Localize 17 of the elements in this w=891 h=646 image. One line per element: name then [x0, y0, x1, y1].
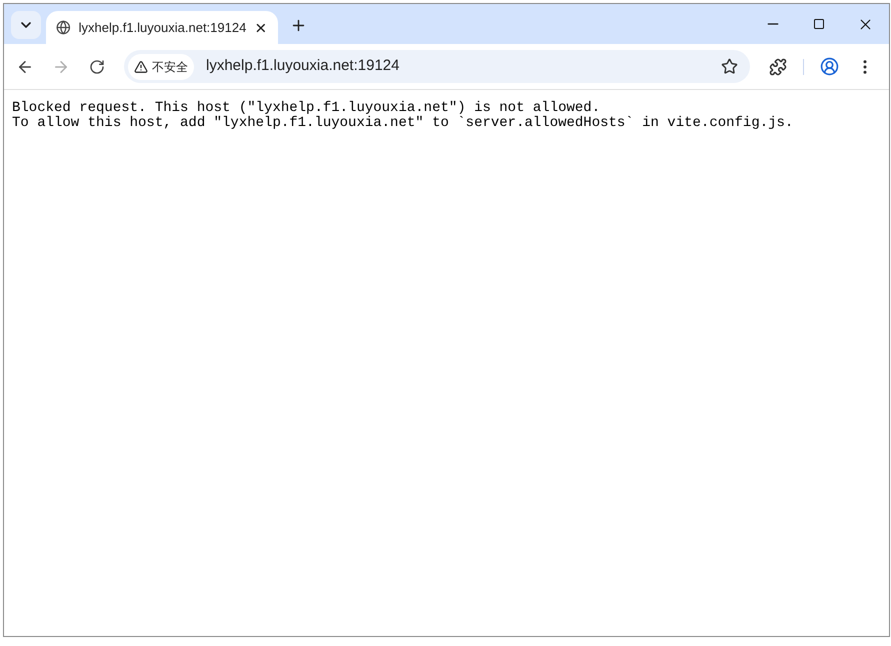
- tab-search-button[interactable]: [11, 11, 41, 39]
- bookmark-star-icon[interactable]: [721, 58, 738, 75]
- browser-tab[interactable]: lyxhelp.f1.luyouxia.net:19124: [46, 11, 278, 44]
- address-text: lyxhelp.f1.luyouxia.net:19124: [206, 56, 400, 76]
- new-tab-icon[interactable]: [290, 17, 307, 34]
- error-message-line: Blocked request. This host ("lyxhelp.f1.luyouxia.net") is not allowed.: [12, 101, 600, 116]
- error-message-line: To allow this host, add "lyxhelp.f1.luyouxia.net" to `server.allowedHosts` in vite.config.js.: [12, 116, 794, 131]
- address-bar[interactable]: 不安全 lyxhelp.f1.luyouxia.net:19124: [124, 50, 750, 83]
- reload-icon[interactable]: [89, 58, 105, 74]
- security-chip[interactable]: 不安全: [128, 54, 194, 80]
- tab-title: lyxhelp.f1.luyouxia.net:19124: [78, 18, 246, 37]
- security-label: 不安全: [152, 58, 188, 76]
- profile-icon[interactable]: [820, 57, 839, 76]
- warning-icon: [134, 60, 148, 74]
- globe-icon: [56, 20, 71, 35]
- maximize-icon[interactable]: [813, 18, 825, 30]
- extensions-icon[interactable]: [769, 58, 787, 76]
